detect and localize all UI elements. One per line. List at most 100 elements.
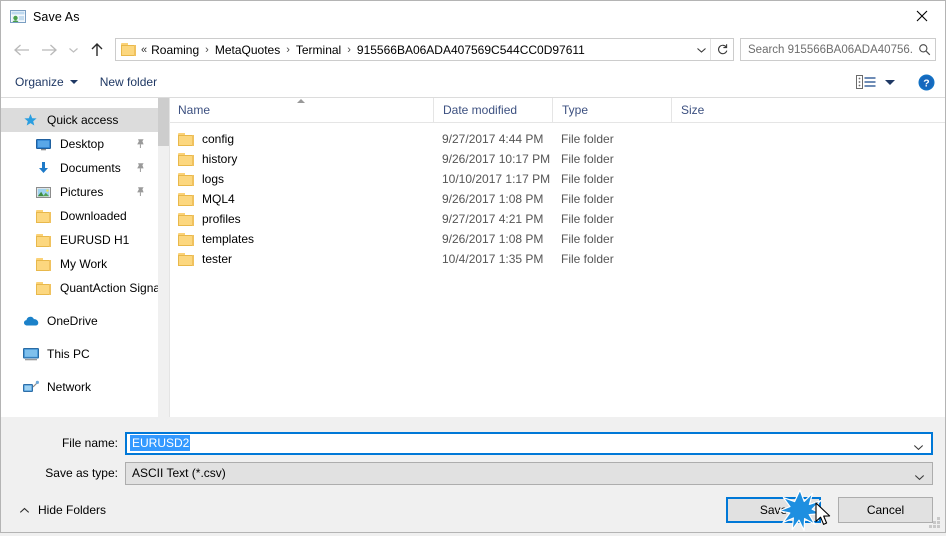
file-name-value[interactable]: EURUSD2 xyxy=(130,435,191,451)
chevron-down-icon xyxy=(69,80,78,84)
refresh-icon[interactable] xyxy=(710,39,733,60)
pictures-icon xyxy=(36,185,53,200)
chevron-down-icon[interactable] xyxy=(885,79,895,85)
scrollbar-thumb[interactable] xyxy=(158,98,169,146)
file-date: 9/26/2017 10:17 PM xyxy=(442,152,551,166)
breadcrumb[interactable]: « Roaming › MetaQuotes › Terminal › 9155… xyxy=(115,38,734,61)
desktop-icon xyxy=(36,137,53,152)
sidebar-item-quantaction-signal[interactable]: QuantAction Signal xyxy=(1,276,163,300)
table-row[interactable]: templates 9/26/2017 1:08 PM File folder xyxy=(169,229,945,249)
sidebar-item-this-pc[interactable]: This PC xyxy=(1,342,158,366)
file-name: templates xyxy=(202,232,255,246)
breadcrumb-separator[interactable]: › xyxy=(200,44,214,56)
sort-ascending-icon xyxy=(297,98,305,103)
navigation-scrollbar[interactable] xyxy=(158,98,170,417)
pin-icon[interactable] xyxy=(135,186,146,197)
table-row[interactable]: profiles 9/27/2017 4:21 PM File folder xyxy=(169,209,945,229)
file-date: 10/4/2017 1:35 PM xyxy=(442,252,544,266)
close-icon[interactable] xyxy=(899,1,945,31)
file-type: File folder xyxy=(561,232,614,246)
sidebar-item-label: Network xyxy=(47,380,92,394)
search-icon[interactable] xyxy=(913,39,935,60)
breadcrumb-separator[interactable]: › xyxy=(281,44,295,56)
column-header-date-modified[interactable]: Date modified xyxy=(433,97,552,123)
search-input[interactable]: Search 915566BA06ADA40756... xyxy=(741,44,913,56)
file-date: 9/27/2017 4:21 PM xyxy=(442,212,544,226)
sidebar-item-downloaded[interactable]: Downloaded xyxy=(1,204,158,228)
organize-button[interactable]: Organize xyxy=(15,75,78,89)
title-bar: Save As xyxy=(1,1,945,32)
star-icon xyxy=(23,113,40,128)
sidebar-item-pictures[interactable]: Pictures xyxy=(1,180,158,204)
breadcrumb-separator[interactable]: › xyxy=(342,44,356,56)
sidebar-item-network[interactable]: Network xyxy=(1,375,158,399)
address-bar: « Roaming › MetaQuotes › Terminal › 9155… xyxy=(1,32,945,67)
file-name: profiles xyxy=(202,212,241,226)
onedrive-cloud-icon xyxy=(23,314,40,329)
recent-locations-chevron-icon[interactable] xyxy=(63,37,83,63)
sidebar-item-eurusd-h1[interactable]: EURUSD H1 xyxy=(1,228,158,252)
breadcrumb-item-terminal-id[interactable]: 915566BA06ADA407569C544CC0D97611 xyxy=(356,43,586,57)
window-title: Save As xyxy=(33,9,80,24)
file-list-pane: Name Date modified Type Size config 9/27… xyxy=(169,97,945,417)
up-arrow-icon[interactable] xyxy=(83,37,111,63)
table-row[interactable]: logs 10/10/2017 1:17 PM File folder xyxy=(169,169,945,189)
column-label: Size xyxy=(681,102,705,117)
folder-icon xyxy=(178,152,194,166)
forward-arrow-icon[interactable] xyxy=(35,37,63,63)
breadcrumb-item-terminal[interactable]: Terminal xyxy=(295,43,342,57)
help-icon[interactable]: ? xyxy=(918,74,935,91)
column-header-size[interactable]: Size xyxy=(671,97,751,123)
table-row[interactable]: MQL4 9/26/2017 1:08 PM File folder xyxy=(169,189,945,209)
sidebar-item-my-work[interactable]: My Work xyxy=(1,252,158,276)
file-name-input[interactable]: EURUSD2 xyxy=(125,431,933,455)
sidebar-item-label: My Work xyxy=(60,257,108,271)
chevron-down-icon[interactable] xyxy=(692,39,710,60)
table-row[interactable]: history 9/26/2017 10:17 PM File folder xyxy=(169,149,945,169)
chevron-down-icon[interactable] xyxy=(913,440,924,454)
sidebar-item-quick-access[interactable]: Quick access xyxy=(1,108,158,132)
file-name: logs xyxy=(202,172,225,186)
sidebar-item-desktop[interactable]: Desktop xyxy=(1,132,158,156)
breadcrumb-item-metaquotes[interactable]: MetaQuotes xyxy=(214,43,281,57)
folder-icon xyxy=(121,43,136,56)
sidebar-item-label: QuantAction Signal xyxy=(60,281,163,295)
navigation-pane: Quick access Desktop Documents Pictures … xyxy=(1,98,163,417)
cancel-button[interactable]: Cancel xyxy=(838,497,933,523)
chevron-up-icon xyxy=(19,503,30,517)
folder-icon xyxy=(178,172,194,186)
save-as-type-select[interactable]: ASCII Text (*.csv) xyxy=(125,461,933,485)
back-arrow-icon[interactable] xyxy=(7,37,35,63)
save-button[interactable]: Save xyxy=(726,497,821,523)
column-header-type[interactable]: Type xyxy=(552,97,671,123)
save-as-app-icon xyxy=(10,9,26,25)
resize-grip-icon[interactable] xyxy=(927,515,940,528)
sidebar-item-onedrive[interactable]: OneDrive xyxy=(1,309,158,333)
breadcrumb-item-roaming[interactable]: Roaming xyxy=(150,43,200,57)
new-folder-button[interactable]: New folder xyxy=(100,75,157,89)
command-toolbar: Organize New folder ? xyxy=(1,67,945,98)
pin-icon[interactable] xyxy=(135,162,146,173)
table-row[interactable]: tester 10/4/2017 1:35 PM File folder xyxy=(169,249,945,269)
column-label: Type xyxy=(562,102,589,117)
file-type: File folder xyxy=(561,132,614,146)
chevron-down-icon[interactable] xyxy=(914,470,925,484)
dialog-footer: Hide Folders Save Cancel xyxy=(1,488,945,532)
pin-icon[interactable] xyxy=(135,138,146,149)
folder-icon xyxy=(178,212,194,226)
table-row[interactable]: config 9/27/2017 4:44 PM File folder xyxy=(169,129,945,149)
network-icon xyxy=(23,380,40,395)
sidebar-item-documents[interactable]: Documents xyxy=(1,156,158,180)
file-rows: config 9/27/2017 4:44 PM File folder his… xyxy=(169,123,945,269)
folder-icon xyxy=(178,252,194,266)
sidebar-item-label: Documents xyxy=(60,161,121,175)
breadcrumb-overflow[interactable]: « xyxy=(141,44,150,56)
column-header-name[interactable]: Name xyxy=(169,98,433,123)
view-options-icon[interactable] xyxy=(856,74,876,90)
file-date: 9/26/2017 1:08 PM xyxy=(442,192,544,206)
sidebar-item-label: Quick access xyxy=(47,113,119,127)
sidebar-item-label: EURUSD H1 xyxy=(60,233,130,247)
folder-icon xyxy=(178,192,194,206)
search-box[interactable]: Search 915566BA06ADA40756... xyxy=(740,38,936,61)
hide-folders-button[interactable]: Hide Folders xyxy=(13,503,106,517)
